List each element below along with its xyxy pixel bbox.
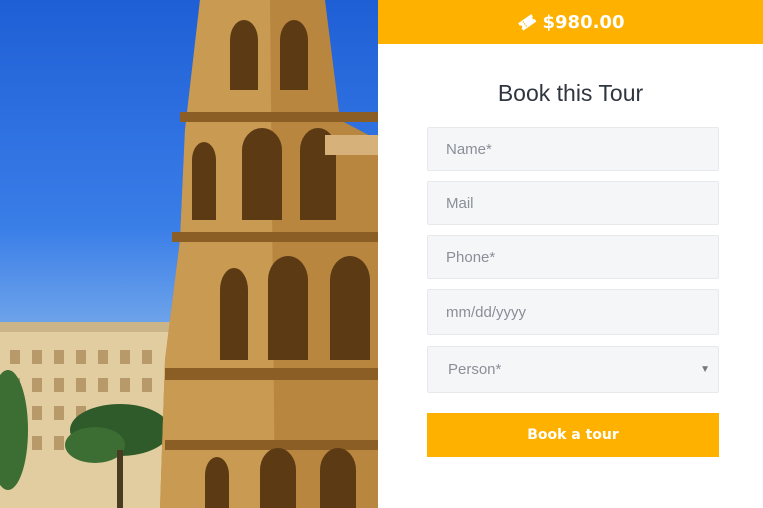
caret-down-icon: ▼ xyxy=(700,364,710,375)
phone-field-wrapper xyxy=(427,235,719,279)
name-field-wrapper xyxy=(427,127,719,171)
phone-input[interactable] xyxy=(444,247,718,267)
person-select[interactable]: Person* ▼ xyxy=(427,346,719,393)
price-banner: $980.00 xyxy=(378,0,763,44)
book-tour-button[interactable]: Book a tour xyxy=(427,413,719,457)
ticket-icon xyxy=(517,13,537,31)
tour-photo xyxy=(0,0,378,508)
date-input[interactable] xyxy=(444,302,718,322)
booking-form: Person* ▼ Book a tour xyxy=(427,127,719,457)
mail-field-wrapper xyxy=(427,181,719,225)
person-select-value: Person* xyxy=(448,361,502,378)
date-field-wrapper xyxy=(427,289,719,335)
name-input[interactable] xyxy=(444,139,718,159)
tour-price: $980.00 xyxy=(542,11,625,33)
booking-title: Book this Tour xyxy=(497,80,644,106)
mail-input[interactable] xyxy=(444,193,718,213)
booking-panel: $980.00 Book this Tour Person* ▼ Book a … xyxy=(378,0,763,508)
